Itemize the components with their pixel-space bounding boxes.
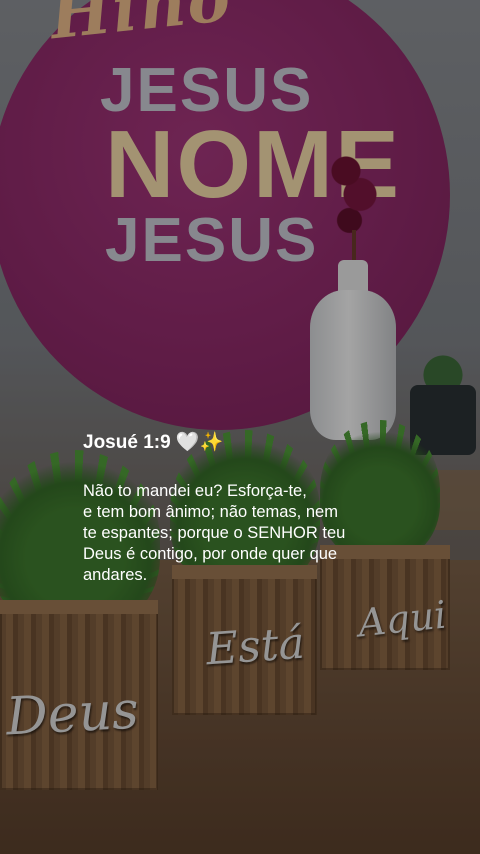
verse-line: Não to mandei eu? Esforça-te, [83,482,307,500]
verse-line: Deus é contigo, por onde quer que [83,545,338,563]
verse-text: Não to mandei eu? Esforça-te, e tem bom … [83,481,403,586]
dark-overlay [0,0,480,854]
verse-line: te espantes; porque o SENHOR teu [83,524,346,542]
verse-line: e tem bom ânimo; não temas, nem [83,503,338,521]
verse-line: andares. [83,566,148,584]
verse-caption: Josué 1:9 🤍✨ Não to mandei eu? Esforça-t… [83,430,403,586]
photo-background: Hino JESUS NOME JESUS Aqui Está Deus Jos… [0,0,480,854]
verse-reference: Josué 1:9 🤍✨ [83,432,224,453]
